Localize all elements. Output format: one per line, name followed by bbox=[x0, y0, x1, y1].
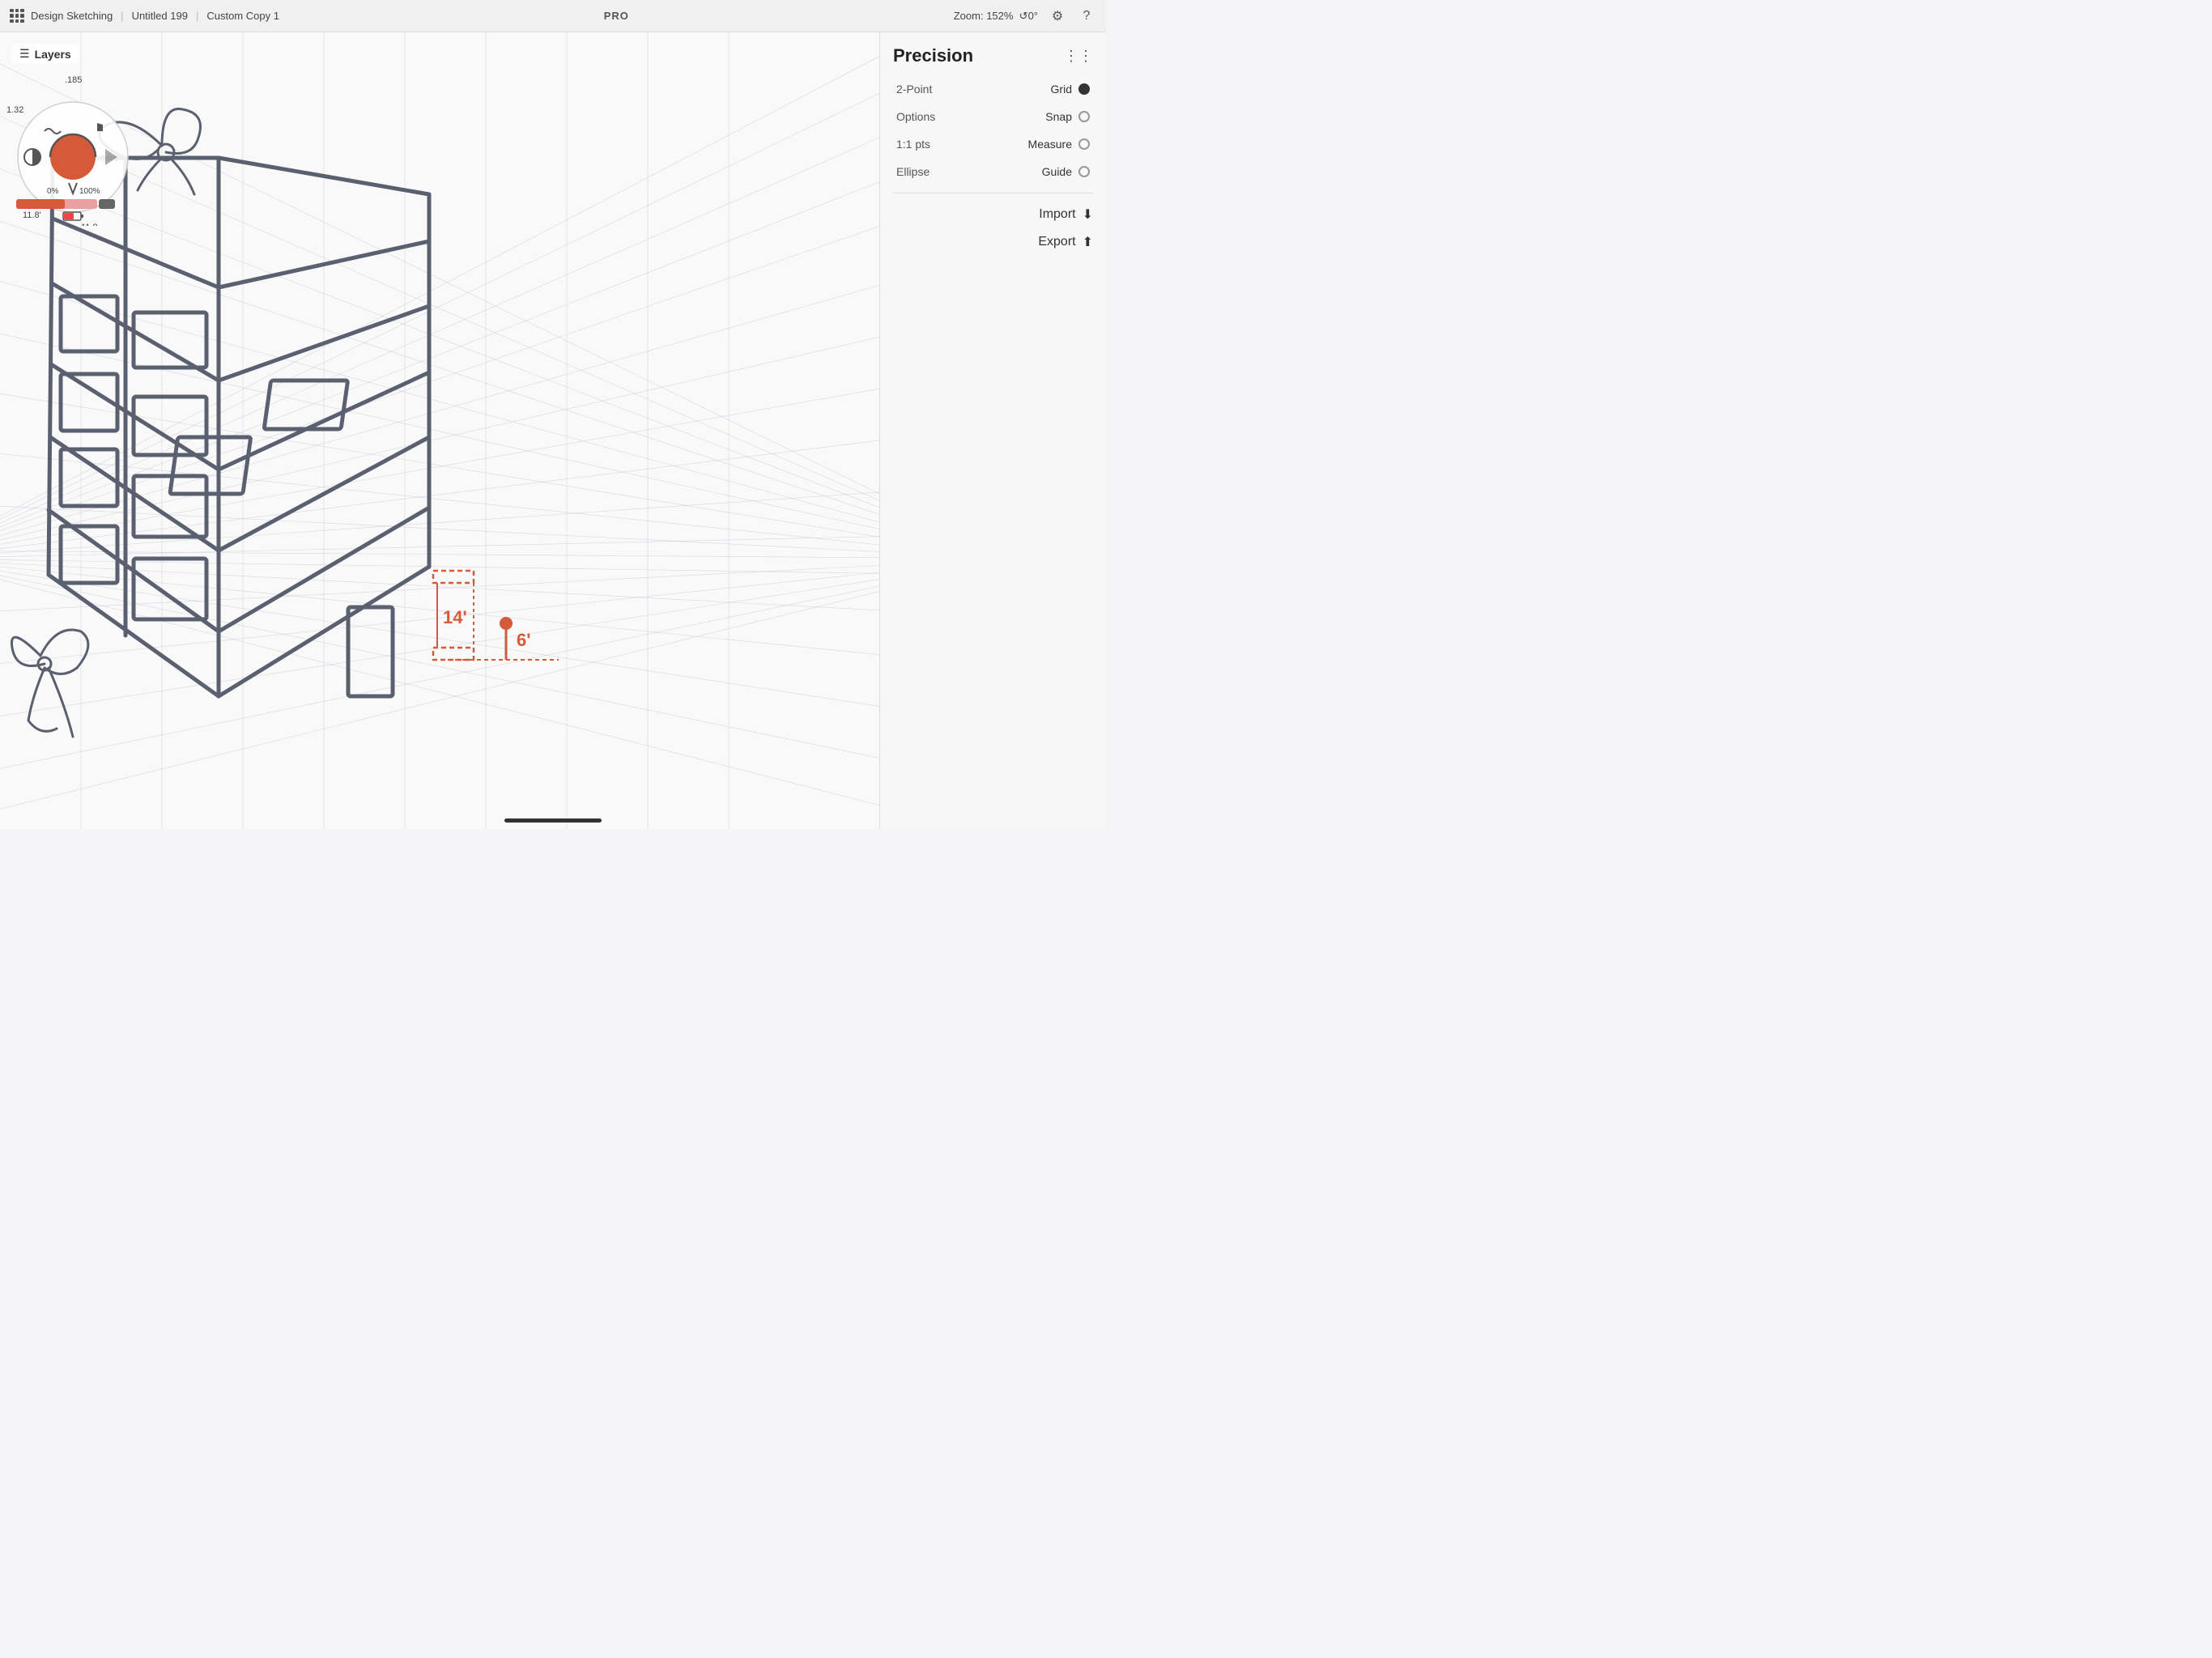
panel-label-ellipse: Ellipse bbox=[896, 165, 929, 178]
panel-right-measure: Measure bbox=[1028, 138, 1090, 151]
panel-dots-icon[interactable]: ⋮⋮ bbox=[1064, 48, 1093, 65]
zoom-info: Zoom: 152% ↺0° bbox=[954, 10, 1038, 23]
panel-label-pts: 1:1 pts bbox=[896, 138, 930, 151]
topbar-right: Zoom: 152% ↺0° ⚙ ? bbox=[954, 6, 1096, 26]
app-name: Design Sketching bbox=[31, 10, 113, 22]
panel-value-measure: Measure bbox=[1028, 138, 1072, 151]
svg-text:11.8: 11.8 bbox=[81, 223, 98, 226]
svg-text:6': 6' bbox=[517, 630, 530, 650]
export-label: Export bbox=[1038, 235, 1075, 249]
separator1: | bbox=[121, 10, 123, 22]
home-bar bbox=[504, 818, 602, 823]
radio-measure[interactable] bbox=[1078, 138, 1090, 150]
layers-button[interactable]: ☰ Layers bbox=[11, 44, 79, 64]
panel-label-options: Options bbox=[896, 110, 935, 123]
panel-right-snap: Snap bbox=[1045, 110, 1090, 123]
panel-row-guide: Ellipse Guide bbox=[893, 165, 1093, 178]
layers-icon: ☰ bbox=[19, 47, 30, 61]
topbar-left: Design Sketching | Untitled 199 | Custom… bbox=[10, 9, 279, 23]
pro-badge: PRO bbox=[604, 10, 629, 22]
radio-grid[interactable] bbox=[1078, 83, 1090, 95]
svg-text:0%: 0% bbox=[47, 187, 59, 196]
panel-row-measure: 1:1 pts Measure bbox=[893, 138, 1093, 151]
copy-name[interactable]: Custom Copy 1 bbox=[206, 10, 279, 22]
tool-wheel[interactable]: .185 1.32 10.3 11.8' 11.8 bbox=[0, 68, 150, 226]
panel-right-grid: Grid bbox=[1051, 83, 1090, 96]
topbar: Design Sketching | Untitled 199 | Custom… bbox=[0, 0, 1106, 32]
panel-row-snap: Options Snap bbox=[893, 110, 1093, 123]
canvas-area[interactable]: .grid-line { stroke: #b0b8c8; stroke-wid… bbox=[0, 32, 879, 829]
import-action[interactable]: Import ⬇ bbox=[893, 206, 1093, 223]
right-panel: Precision ⋮⋮ 2-Point Grid Options Snap 1… bbox=[879, 32, 1106, 829]
settings-icon[interactable]: ⚙ bbox=[1048, 6, 1067, 26]
radio-guide[interactable] bbox=[1078, 166, 1090, 177]
import-label: Import bbox=[1039, 207, 1075, 222]
layers-label: Layers bbox=[35, 48, 71, 61]
export-action[interactable]: Export ⬆ bbox=[893, 234, 1093, 250]
zoom-label: Zoom: 152% bbox=[954, 10, 1014, 22]
radio-snap[interactable] bbox=[1078, 111, 1090, 122]
zoom-angle: ↺0° bbox=[1019, 10, 1038, 22]
svg-text:1.32: 1.32 bbox=[6, 105, 23, 115]
panel-title: Precision bbox=[893, 45, 973, 66]
svg-text:14': 14' bbox=[443, 607, 467, 627]
help-icon[interactable]: ? bbox=[1077, 6, 1096, 26]
panel-row-grid: 2-Point Grid bbox=[893, 83, 1093, 96]
panel-value-snap: Snap bbox=[1045, 110, 1072, 123]
app-grid-icon[interactable] bbox=[10, 9, 24, 23]
separator2: | bbox=[196, 10, 198, 22]
topbar-center: PRO bbox=[279, 10, 954, 22]
panel-value-guide: Guide bbox=[1042, 165, 1072, 178]
panel-header: Precision ⋮⋮ bbox=[893, 45, 1093, 66]
svg-text:.185: .185 bbox=[65, 75, 82, 85]
import-icon: ⬇ bbox=[1083, 206, 1093, 223]
svg-text:100%: 100% bbox=[79, 187, 100, 196]
export-icon: ⬆ bbox=[1083, 234, 1093, 250]
panel-label-2point: 2-Point bbox=[896, 83, 932, 96]
doc-name[interactable]: Untitled 199 bbox=[132, 10, 188, 22]
svg-text:11.8': 11.8' bbox=[23, 210, 41, 220]
panel-right-guide: Guide bbox=[1042, 165, 1090, 178]
panel-value-grid: Grid bbox=[1051, 83, 1072, 96]
